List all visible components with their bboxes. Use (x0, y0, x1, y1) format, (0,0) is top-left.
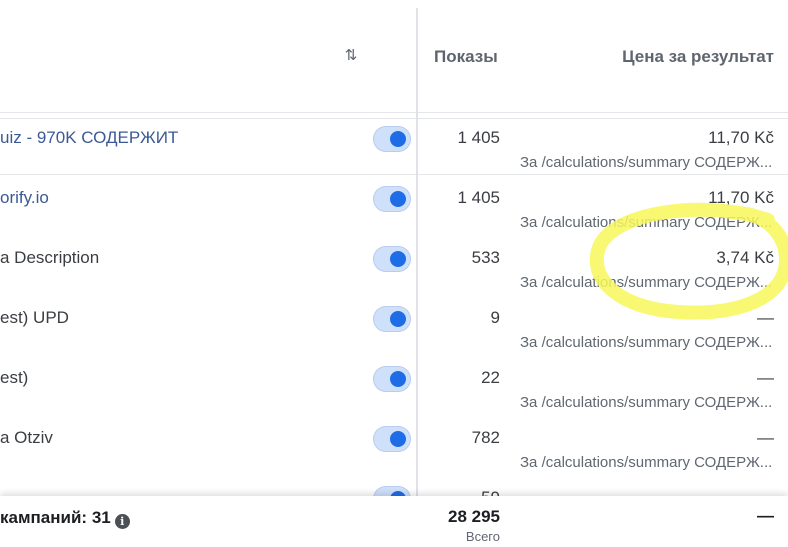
table-row: est) 22 — За /calculations/summary СОДЕРЖ..… (0, 360, 788, 420)
toggle-knob (390, 311, 406, 327)
campaign-toggle[interactable] (373, 306, 411, 332)
cost-per-result-value: — (757, 368, 774, 387)
cost-per-result-description: За /calculations/summary СОДЕРЖ... (520, 274, 773, 291)
campaign-name: a Description (0, 248, 100, 267)
impressions-value: 782 (471, 428, 500, 447)
toggle-knob (390, 431, 406, 447)
campaign-toggle[interactable] (373, 426, 411, 452)
footer-impressions-total: 28 295 (448, 507, 500, 526)
toggle-knob (390, 371, 406, 387)
sort-icon[interactable]: ⇅ (341, 46, 361, 66)
column-header-impressions[interactable]: Показы (434, 47, 498, 67)
campaign-name[interactable]: orify.io (0, 188, 49, 208)
table-row: orify.io 1 405 11,70 Kč За /calculations/su… (0, 180, 788, 240)
campaign-toggle[interactable] (373, 366, 411, 392)
cost-per-result-value: 11,70 Kč (708, 128, 774, 147)
table-row: a Otziv 782 — За /calculations/summary СОДЕ… (0, 420, 788, 480)
impressions-value: 22 (481, 368, 500, 387)
campaign-name[interactable]: uiz - 970K СОДЕРЖИТ (0, 128, 178, 148)
table-row: a Description 533 3,74 Kč За /calculations/… (0, 240, 788, 300)
column-divider (416, 8, 418, 547)
campaign-name: a Otziv (0, 428, 53, 447)
impressions-value: 533 (471, 248, 500, 267)
impressions-value: 9 (490, 308, 500, 327)
cost-per-result-value: 3,74 Kč (716, 248, 774, 267)
footer-campaign-count: кампаний: 31 i (0, 508, 130, 529)
header-divider-inner (0, 118, 788, 119)
row-divider (0, 174, 788, 175)
table-header: ⇅ Показы Цена за результат (0, 0, 788, 112)
cost-per-result-description: За /calculations/summary СОДЕРЖ... (520, 214, 773, 231)
cost-per-result-description: За /calculations/summary СОДЕРЖ... (520, 334, 773, 351)
cost-per-result-value: — (757, 308, 774, 327)
table-row: est) UPD 9 — За /calculations/summary СОДЕР… (0, 300, 788, 360)
toggle-knob (390, 131, 406, 147)
toggle-knob (390, 191, 406, 207)
campaign-toggle[interactable] (373, 246, 411, 272)
impressions-value: 1 405 (457, 128, 500, 147)
campaign-name: est) (0, 368, 29, 387)
toggle-knob (390, 251, 406, 267)
table-footer: кампаний: 31 i 28 295 Всего — (0, 496, 788, 547)
campaign-name: est) UPD (0, 308, 69, 327)
cost-per-result-value: — (757, 428, 774, 447)
campaign-toggle[interactable] (373, 126, 411, 152)
column-header-cost-per-result[interactable]: Цена за результат (622, 47, 774, 67)
footer-label-text: кампаний: 31 (0, 508, 111, 527)
cost-per-result-value: 11,70 Kč (708, 188, 774, 207)
header-divider (0, 112, 788, 113)
impressions-value: 1 405 (457, 188, 500, 207)
cost-per-result-description: За /calculations/summary СОДЕРЖ... (520, 154, 773, 171)
footer-price: — (757, 506, 774, 525)
info-icon[interactable]: i (114, 514, 130, 529)
table-row: uiz - 970K СОДЕРЖИТ 1 405 11,70 Kč За /calc… (0, 120, 788, 180)
campaign-table: ⇅ Показы Цена за результат uiz - 970K СО… (0, 0, 788, 547)
campaign-toggle[interactable] (373, 186, 411, 212)
cost-per-result-description: За /calculations/summary СОДЕРЖ... (520, 394, 773, 411)
footer-impressions-total-sub: Всего (465, 529, 500, 544)
cost-per-result-description: За /calculations/summary СОДЕРЖ... (520, 454, 773, 471)
